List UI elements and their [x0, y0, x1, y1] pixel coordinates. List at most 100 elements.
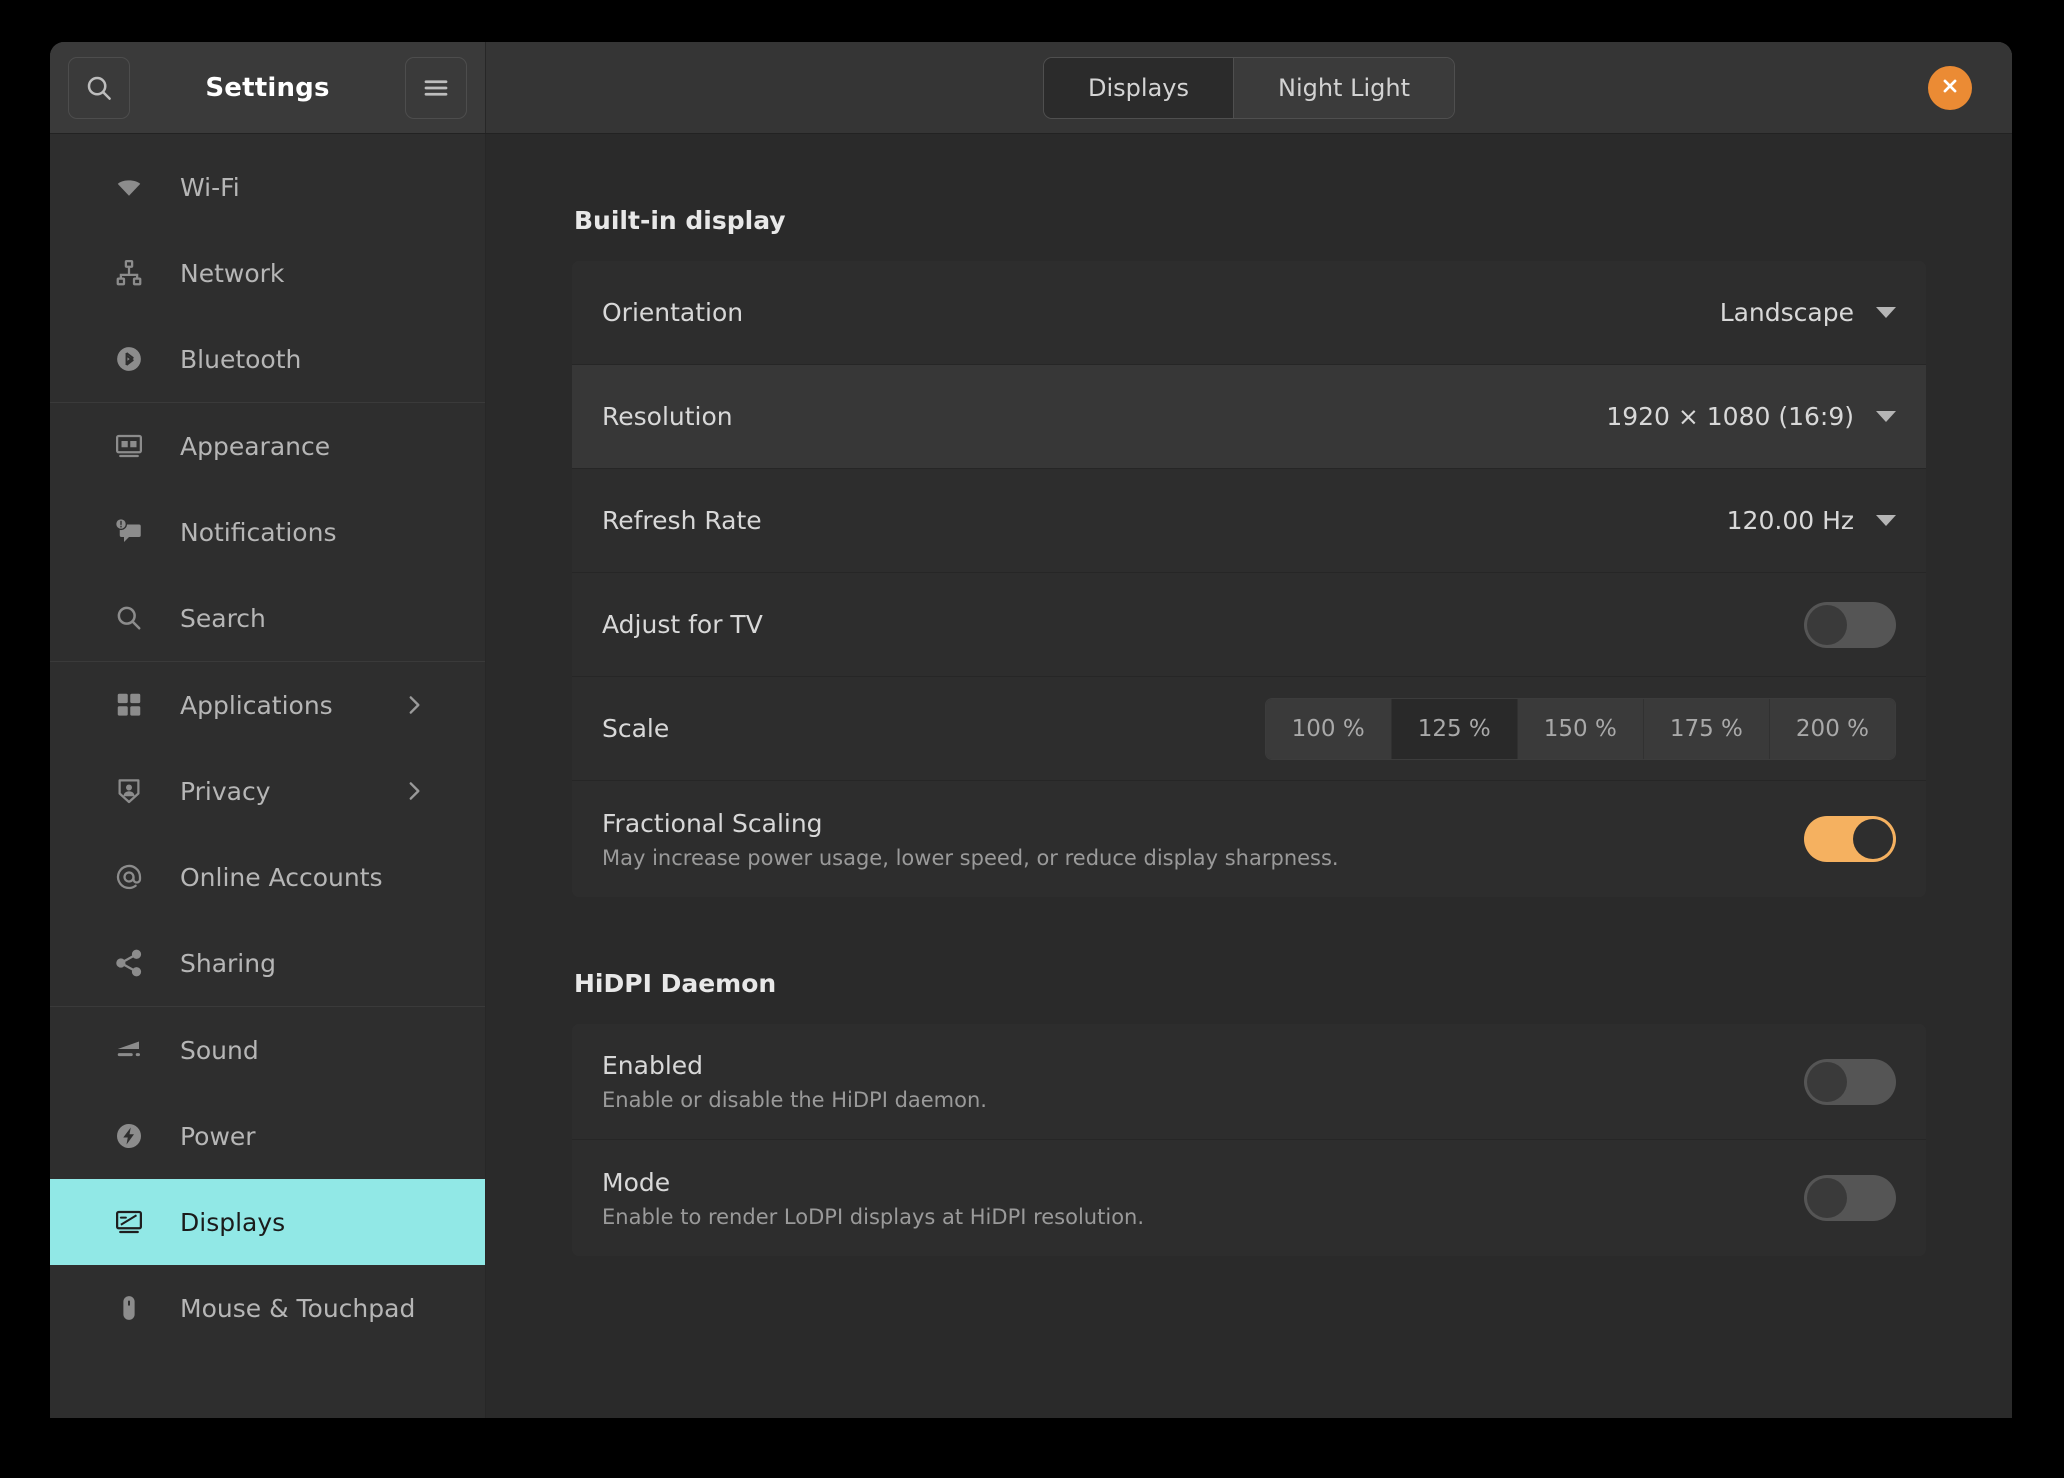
- resolution-dropdown[interactable]: 1920 × 1080 (16:9): [1606, 402, 1896, 431]
- sound-volume-icon: [112, 1033, 146, 1067]
- power-bolt-icon: [112, 1119, 146, 1153]
- sidebar-item-wifi[interactable]: Wi-Fi: [50, 144, 485, 230]
- sidebar-item-label: Mouse & Touchpad: [180, 1293, 416, 1323]
- scale-option-175[interactable]: 175 %: [1643, 698, 1770, 759]
- fractional-scaling-label: Fractional Scaling: [602, 808, 823, 838]
- orientation-row[interactable]: Orientation Landscape: [572, 261, 1926, 365]
- hidpi-enabled-toggle[interactable]: [1804, 1058, 1896, 1105]
- display-monitor-icon: [112, 1205, 146, 1239]
- header-bar: Settings Displays Night Light: [50, 42, 2012, 134]
- applications-grid-icon: [112, 688, 146, 722]
- tab-night-light[interactable]: Night Light: [1233, 57, 1454, 118]
- fractional-scaling-toggle[interactable]: [1804, 816, 1896, 862]
- orientation-label: Orientation: [602, 298, 744, 327]
- builtin-display-card: Orientation Landscape Resolution 1920 × …: [572, 261, 1926, 897]
- chevron-down-icon: [1876, 307, 1896, 318]
- sidebar-item-label: Network: [180, 258, 285, 288]
- sidebar-item-label: Applications: [180, 690, 333, 720]
- scale-option-150[interactable]: 150 %: [1517, 698, 1644, 759]
- sidebar-item-label: Sharing: [180, 948, 276, 978]
- refresh-rate-label: Refresh Rate: [602, 506, 762, 535]
- scale-option-100[interactable]: 100 %: [1265, 698, 1392, 759]
- orientation-dropdown[interactable]: Landscape: [1720, 298, 1896, 327]
- network-icon: [112, 256, 146, 290]
- hidpi-enabled-row: Enabled Enable or disable the HiDPI daem…: [572, 1024, 1926, 1140]
- chevron-right-icon: [401, 692, 427, 718]
- adjust-for-tv-toggle[interactable]: [1804, 601, 1896, 648]
- chevron-down-icon: [1876, 515, 1896, 526]
- sidebar-item-label: Privacy: [180, 776, 271, 806]
- search-button[interactable]: [68, 56, 130, 119]
- hidpi-mode-label: Mode: [602, 1167, 671, 1197]
- sidebar-item-notifications[interactable]: Notifications: [50, 489, 485, 575]
- window-body: Wi-Fi Network Bluetooth Appearance Notif…: [50, 134, 2012, 1418]
- search-icon: [84, 73, 114, 103]
- view-switcher: Displays Night Light: [1043, 56, 1455, 119]
- refresh-rate-row[interactable]: Refresh Rate 120.00 Hz: [572, 469, 1926, 573]
- fractional-scaling-row: Fractional Scaling May increase power us…: [572, 781, 1926, 897]
- hidpi-daemon-heading: HiDPI Daemon: [574, 969, 777, 998]
- sidebar-item-bluetooth[interactable]: Bluetooth: [50, 316, 485, 402]
- sidebar-item-online-accounts[interactable]: Online Accounts: [50, 834, 485, 920]
- orientation-value: Landscape: [1719, 298, 1854, 327]
- hidpi-mode-toggle[interactable]: [1804, 1175, 1896, 1221]
- hamburger-menu-icon: [421, 73, 451, 103]
- sidebar-header: Settings: [50, 42, 486, 133]
- hidpi-enabled-description: Enable or disable the HiDPI daemon.: [602, 1088, 987, 1112]
- appearance-icon: [112, 429, 146, 463]
- sidebar-item-search[interactable]: Search: [50, 575, 485, 661]
- refresh-rate-value: 120.00 Hz: [1726, 506, 1854, 535]
- sidebar-item-label: Appearance: [180, 431, 331, 461]
- toggle-knob: [1807, 1178, 1847, 1218]
- scale-segmented-control[interactable]: 100 % 125 % 150 % 175 % 200 %: [1264, 697, 1896, 760]
- hidpi-daemon-card: Enabled Enable or disable the HiDPI daem…: [572, 1024, 1926, 1256]
- sidebar-item-privacy[interactable]: Privacy: [50, 748, 485, 834]
- content-header: Displays Night Light: [486, 42, 2012, 133]
- toggle-knob: [1853, 819, 1893, 859]
- chevron-down-icon: [1876, 411, 1896, 422]
- close-window-button[interactable]: [1928, 65, 1972, 110]
- chevron-right-icon: [401, 778, 427, 804]
- sidebar-item-appearance[interactable]: Appearance: [50, 403, 485, 489]
- sidebar-item-label: Sound: [180, 1035, 259, 1065]
- notifications-icon: [112, 515, 146, 549]
- scale-option-200[interactable]: 200 %: [1769, 698, 1895, 759]
- sidebar-item-displays[interactable]: Displays: [50, 1179, 485, 1265]
- refresh-rate-dropdown[interactable]: 120.00 Hz: [1727, 506, 1896, 535]
- sidebar-item-sound[interactable]: Sound: [50, 1007, 485, 1093]
- menu-button[interactable]: [405, 56, 467, 119]
- resolution-label: Resolution: [602, 402, 733, 431]
- share-nodes-icon: [112, 946, 146, 980]
- hidpi-enabled-label: Enabled: [602, 1051, 704, 1080]
- sidebar-item-label: Displays: [180, 1207, 286, 1237]
- adjust-for-tv-row: Adjust for TV: [572, 573, 1926, 677]
- bluetooth-icon: [112, 342, 146, 376]
- builtin-display-heading: Built-in display: [574, 206, 786, 235]
- at-sign-icon: [112, 860, 146, 894]
- sidebar-nav[interactable]: Wi-Fi Network Bluetooth Appearance Notif…: [50, 134, 486, 1418]
- sidebar-item-label: Power: [180, 1121, 256, 1151]
- privacy-shield-icon: [112, 774, 146, 808]
- resolution-value: 1920 × 1080 (16:9): [1606, 402, 1854, 431]
- scale-option-125[interactable]: 125 %: [1391, 698, 1518, 759]
- displays-settings-panel: Built-in display Orientation Landscape R…: [486, 134, 2012, 1418]
- scale-row: Scale 100 % 125 % 150 % 175 % 200 %: [572, 677, 1926, 781]
- hidpi-mode-description: Enable to render LoDPI displays at HiDPI…: [602, 1204, 1145, 1229]
- sidebar-item-mouse-touchpad[interactable]: Mouse & Touchpad: [50, 1265, 485, 1351]
- sidebar-item-power[interactable]: Power: [50, 1093, 485, 1179]
- toggle-knob: [1807, 1061, 1847, 1102]
- sidebar-item-label: Search: [180, 603, 266, 633]
- sidebar-item-label: Wi-Fi: [180, 172, 240, 202]
- sidebar-item-applications[interactable]: Applications: [50, 662, 485, 748]
- adjust-for-tv-label: Adjust for TV: [602, 610, 763, 639]
- sidebar-item-label: Notifications: [180, 517, 337, 547]
- sidebar-item-network[interactable]: Network: [50, 230, 485, 316]
- wifi-icon: [112, 170, 146, 204]
- hidpi-mode-row: Mode Enable to render LoDPI displays at …: [572, 1140, 1926, 1256]
- mouse-icon: [112, 1291, 146, 1325]
- tab-displays[interactable]: Displays: [1044, 57, 1234, 118]
- settings-window: Settings Displays Night Light Wi-Fi Netw…: [50, 42, 2012, 1418]
- resolution-row[interactable]: Resolution 1920 × 1080 (16:9): [572, 365, 1926, 469]
- sidebar-item-sharing[interactable]: Sharing: [50, 920, 485, 1006]
- scale-label: Scale: [602, 714, 670, 743]
